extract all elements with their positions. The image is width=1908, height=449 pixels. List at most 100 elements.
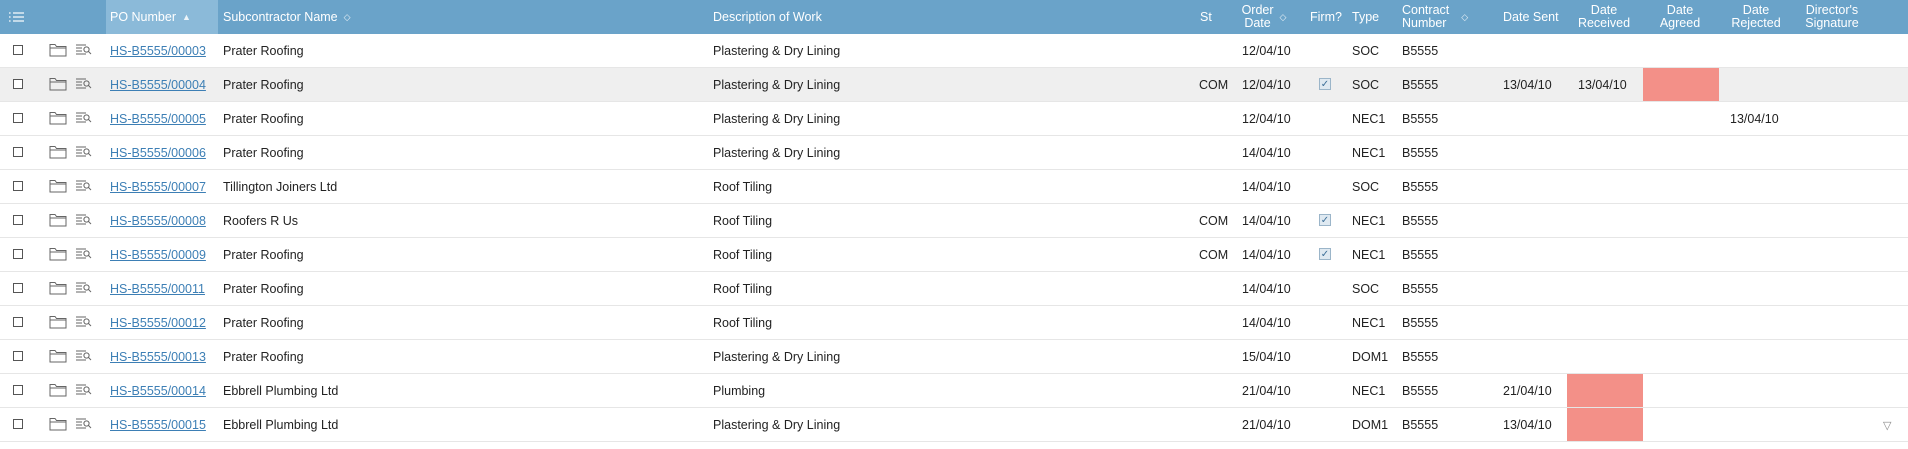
po-number-link[interactable]: HS-B5555/00008 <box>110 214 206 228</box>
row-select-checkbox[interactable] <box>13 317 23 327</box>
description-cell: Roof Tiling <box>713 247 773 262</box>
list-search-icon[interactable] <box>76 145 92 161</box>
table-row[interactable]: HS-B5555/00015 Ebbrell Plumbing Ltd Plaste… <box>0 408 1908 442</box>
row-select-checkbox[interactable] <box>13 45 23 55</box>
po-number-link[interactable]: HS-B5555/00013 <box>110 350 206 364</box>
po-number-cell: HS-B5555/00013 <box>110 340 206 373</box>
list-search-icon[interactable] <box>76 111 92 127</box>
type-cell: NEC1 <box>1352 111 1386 126</box>
header-subcontractor[interactable]: Subcontractor Name ◇ <box>218 0 478 34</box>
folder-icon[interactable] <box>49 42 67 60</box>
list-search-icon[interactable] <box>76 247 92 263</box>
folder-icon[interactable] <box>49 348 67 366</box>
header-contract-number[interactable]: Contract Number ◇ <box>1402 0 1482 34</box>
folder-icon[interactable] <box>49 246 67 264</box>
table-row[interactable]: HS-B5555/00012 Prater Roofing Roof Tiling 1… <box>0 306 1908 340</box>
table-row[interactable]: HS-B5555/00003 Prater Roofing Plastering &… <box>0 34 1908 68</box>
folder-icon[interactable] <box>49 280 67 298</box>
table-row[interactable]: HS-B5555/00013 Prater Roofing Plastering &… <box>0 340 1908 374</box>
header-date-sent[interactable]: Date Sent <box>1503 0 1563 34</box>
firm-checkbox[interactable]: ✓ <box>1319 78 1331 90</box>
contract-number-cell: B5555 <box>1402 179 1439 194</box>
header-director-signature[interactable]: Director's Signature <box>1798 0 1866 34</box>
po-number-link[interactable]: HS-B5555/00007 <box>110 180 206 194</box>
date-received-cell: 13/04/10 <box>1578 77 1627 92</box>
po-number-link[interactable]: HS-B5555/00006 <box>110 146 206 160</box>
list-search-icon[interactable] <box>76 43 92 59</box>
list-search-icon[interactable] <box>76 179 92 195</box>
header-po-number[interactable]: PO Number ▲ <box>106 0 218 34</box>
row-select-checkbox[interactable] <box>13 249 23 259</box>
row-select-checkbox[interactable] <box>13 113 23 123</box>
filter-icon[interactable]: ▽ <box>1883 419 1891 432</box>
header-order-date[interactable]: Order Date ◇ <box>1236 0 1292 34</box>
header-firm[interactable]: Firm? <box>1310 0 1346 34</box>
header-date-agreed[interactable]: Date Agreed <box>1646 0 1714 34</box>
status-cell: COM <box>1199 77 1229 92</box>
po-number-link[interactable]: HS-B5555/00011 <box>110 282 205 296</box>
firm-checkbox[interactable]: ✓ <box>1319 248 1331 260</box>
header-director-signature-label: Director's Signature <box>1805 4 1859 30</box>
folder-icon[interactable] <box>49 110 67 128</box>
row-select-checkbox[interactable] <box>13 283 23 293</box>
po-number-link[interactable]: HS-B5555/00014 <box>110 384 206 398</box>
row-select-checkbox[interactable] <box>13 419 23 429</box>
table-row[interactable]: HS-B5555/00006 Prater Roofing Plastering &… <box>0 136 1908 170</box>
table-row[interactable]: HS-B5555/00009 Prater Roofing Roof Tiling C… <box>0 238 1908 272</box>
table-row[interactable]: HS-B5555/00007 Tillington Joiners Ltd Roof… <box>0 170 1908 204</box>
po-number-link[interactable]: HS-B5555/00015 <box>110 418 206 432</box>
folder-icon[interactable] <box>49 382 67 400</box>
table-row[interactable]: HS-B5555/00008 Roofers R Us Roof Tiling COM… <box>0 204 1908 238</box>
folder-icon[interactable] <box>49 416 67 434</box>
header-date-rejected[interactable]: Date Rejected <box>1722 0 1790 34</box>
list-search-icon[interactable] <box>76 383 92 399</box>
table-row[interactable]: HS-B5555/00011 Prater Roofing Roof Tiling 1… <box>0 272 1908 306</box>
list-search-icon[interactable] <box>76 417 92 433</box>
folder-icon[interactable] <box>49 144 67 162</box>
column-menu-icon[interactable] <box>9 0 31 34</box>
row-select-checkbox[interactable] <box>13 181 23 191</box>
header-status[interactable]: St <box>1200 0 1220 34</box>
row-select-checkbox[interactable] <box>13 147 23 157</box>
subcontractor-cell: Roofers R Us <box>223 213 299 228</box>
type-cell: SOC <box>1352 281 1380 296</box>
table-row[interactable]: HS-B5555/00014 Ebbrell Plumbing Ltd Plumbi… <box>0 374 1908 408</box>
po-number-link[interactable]: HS-B5555/00005 <box>110 112 206 126</box>
table-row[interactable]: HS-B5555/00004 Prater Roofing Plastering &… <box>0 68 1908 102</box>
row-select-checkbox[interactable] <box>13 351 23 361</box>
folder-icon[interactable] <box>49 76 67 94</box>
date-sent-cell: 21/04/10 <box>1503 383 1552 398</box>
order-date-cell: 14/04/10 <box>1242 247 1291 262</box>
po-number-cell: HS-B5555/00005 <box>110 102 206 135</box>
po-number-link[interactable]: HS-B5555/00004 <box>110 78 206 92</box>
table-row[interactable]: HS-B5555/00005 Prater Roofing Plastering &… <box>0 102 1908 136</box>
list-search-icon[interactable] <box>76 281 92 297</box>
header-type[interactable]: Type <box>1352 0 1388 34</box>
po-number-link[interactable]: HS-B5555/00009 <box>110 248 206 262</box>
contract-number-cell: B5555 <box>1402 213 1439 228</box>
folder-icon[interactable] <box>49 314 67 332</box>
row-select-checkbox[interactable] <box>13 215 23 225</box>
firm-checkbox[interactable]: ✓ <box>1319 214 1331 226</box>
type-cell: DOM1 <box>1352 417 1389 432</box>
po-number-cell: HS-B5555/00011 <box>110 272 205 305</box>
folder-icon[interactable] <box>49 178 67 196</box>
header-date-received[interactable]: Date Received <box>1570 0 1638 34</box>
header-date-rejected-line2: Rejected <box>1731 16 1781 30</box>
po-number-link[interactable]: HS-B5555/00003 <box>110 44 206 58</box>
list-search-icon[interactable] <box>76 77 92 93</box>
list-search-icon[interactable] <box>76 315 92 331</box>
row-select-checkbox[interactable] <box>13 385 23 395</box>
contract-number-cell: B5555 <box>1402 315 1439 330</box>
folder-icon[interactable] <box>49 212 67 230</box>
description-cell: Plastering & Dry Lining <box>713 77 841 92</box>
order-date-cell: 15/04/10 <box>1242 349 1291 364</box>
po-number-link[interactable]: HS-B5555/00012 <box>110 316 206 330</box>
subcontractor-cell: Prater Roofing <box>223 111 304 126</box>
header-description[interactable]: Description of Work <box>713 0 913 34</box>
order-date-cell: 21/04/10 <box>1242 417 1291 432</box>
list-search-icon[interactable] <box>76 213 92 229</box>
list-search-icon[interactable] <box>76 349 92 365</box>
order-date-cell: 14/04/10 <box>1242 213 1291 228</box>
row-select-checkbox[interactable] <box>13 79 23 89</box>
